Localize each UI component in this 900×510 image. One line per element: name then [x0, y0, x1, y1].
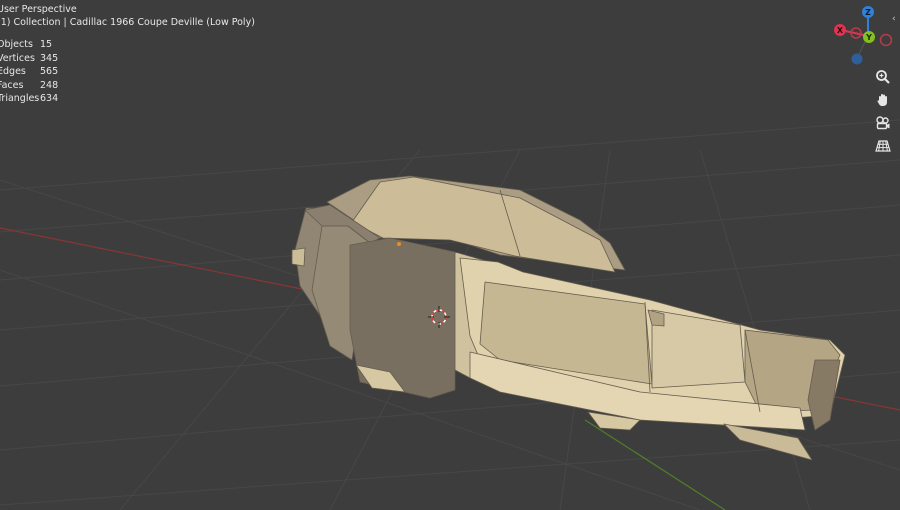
3d-viewport[interactable] — [0, 0, 900, 510]
viewport-collection-line: (1) Collection | Cadillac 1966 Coupe Dev… — [0, 17, 255, 28]
origin-point — [397, 242, 401, 246]
grid-icon — [875, 140, 891, 152]
gizmo-neg-y[interactable] — [879, 33, 893, 47]
gizmo-x-label: X — [837, 26, 844, 35]
scene-statistics: Objects15 Vertices345 Edges565 Faces248 … — [0, 38, 70, 106]
stat-faces: Faces248 — [0, 79, 59, 91]
stat-triangles: Triangles 634 — [0, 93, 59, 104]
hand-icon — [877, 94, 887, 106]
stat-edges: Edges 565 — [0, 66, 59, 77]
zoom-magnifier-icon — [876, 70, 890, 84]
y-axis-line — [584, 419, 726, 510]
pan-button[interactable] — [872, 89, 894, 111]
viewport-view-name: User Perspective — [0, 4, 77, 15]
camera-view-button[interactable] — [872, 112, 894, 134]
stat-vertices: Vertices 345 — [0, 52, 59, 64]
camera-icon — [876, 116, 890, 130]
navigation-gizmo[interactable]: Z X Y — [830, 2, 900, 68]
zoom-button[interactable] — [872, 66, 894, 88]
stat-objects: Objects 15 — [0, 39, 53, 50]
gizmo-y-label: Y — [865, 33, 872, 42]
gizmo-neg-z[interactable] — [851, 53, 863, 65]
orthographic-toggle-button[interactable] — [872, 135, 894, 157]
gizmo-z-label: Z — [865, 8, 871, 17]
